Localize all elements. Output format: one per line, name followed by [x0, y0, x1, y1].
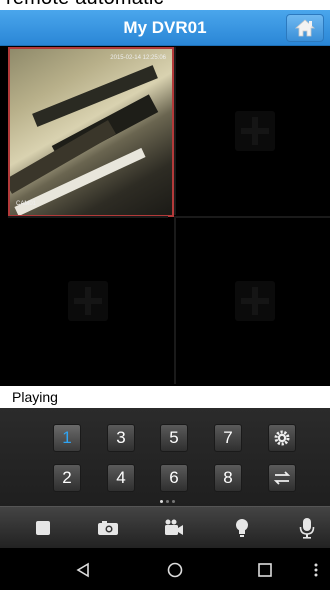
add-camera-icon[interactable] — [68, 281, 108, 321]
record-button[interactable] — [157, 515, 191, 541]
switch-button[interactable] — [268, 464, 296, 492]
dvr-app: { "top_caption": "remote automatic", "he… — [0, 0, 330, 590]
channel-button-3[interactable]: 3 — [107, 424, 135, 452]
recents-icon — [258, 563, 272, 577]
page-indicator — [160, 500, 175, 503]
video-channel-1[interactable]: 2015-02-14 12:25:06 CAM01 — [8, 47, 174, 217]
recents-button[interactable] — [248, 558, 282, 582]
gear-icon — [274, 430, 290, 446]
stop-button[interactable] — [26, 515, 60, 541]
channel-button-1[interactable]: 1 — [53, 424, 81, 452]
light-bulb-icon — [236, 519, 248, 537]
microphone-button[interactable] — [290, 515, 324, 541]
camera-timestamp: 2015-02-14 12:25:06 — [110, 55, 166, 61]
more-icon — [314, 563, 318, 577]
home-circle-icon — [167, 562, 183, 578]
settings-button[interactable] — [268, 424, 296, 452]
channel-button-6[interactable]: 6 — [160, 464, 188, 492]
light-button[interactable] — [225, 515, 259, 541]
home-icon — [294, 19, 316, 37]
home-button[interactable] — [286, 14, 324, 42]
back-icon — [76, 562, 89, 578]
snapshot-button[interactable] — [91, 515, 125, 541]
switch-arrows-icon — [273, 471, 291, 485]
channel-control-panel: 1 3 5 7 2 4 6 8 — [0, 408, 330, 506]
video-channel-3[interactable] — [8, 216, 168, 384]
stop-icon — [36, 521, 50, 535]
camera-feed: 2015-02-14 12:25:06 CAM01 — [8, 47, 174, 217]
back-button[interactable] — [66, 558, 100, 582]
header-bar: My DVR01 — [0, 10, 330, 46]
channel-button-5[interactable]: 5 — [160, 424, 188, 452]
bottom-toolbar — [0, 506, 330, 548]
camera-label: CAM01 — [16, 201, 37, 207]
page-dot-active — [160, 500, 163, 503]
camera-icon — [98, 521, 118, 535]
add-camera-icon[interactable] — [235, 111, 275, 151]
video-grid: 2015-02-14 12:25:06 CAM01 — [8, 47, 330, 384]
video-channel-2[interactable] — [174, 47, 330, 215]
channel-button-8[interactable]: 8 — [214, 464, 242, 492]
channel-button-2[interactable]: 2 — [53, 464, 81, 492]
status-bar: Playing — [0, 386, 330, 408]
page-title: My DVR01 — [123, 18, 207, 37]
channel-button-4[interactable]: 4 — [107, 464, 135, 492]
channel-button-7[interactable]: 7 — [214, 424, 242, 452]
video-record-icon — [165, 519, 183, 535]
status-text: Playing — [12, 389, 58, 405]
home-nav-button[interactable] — [158, 558, 192, 582]
page-dot — [166, 500, 169, 503]
video-channel-4[interactable] — [174, 216, 330, 384]
microphone-icon — [299, 518, 315, 539]
page-dot — [172, 500, 175, 503]
android-navigation-bar — [0, 548, 330, 590]
add-camera-icon[interactable] — [235, 281, 275, 321]
overflow-menu-button[interactable] — [306, 558, 326, 582]
cut-off-caption: remote automatic — [0, 0, 330, 10]
